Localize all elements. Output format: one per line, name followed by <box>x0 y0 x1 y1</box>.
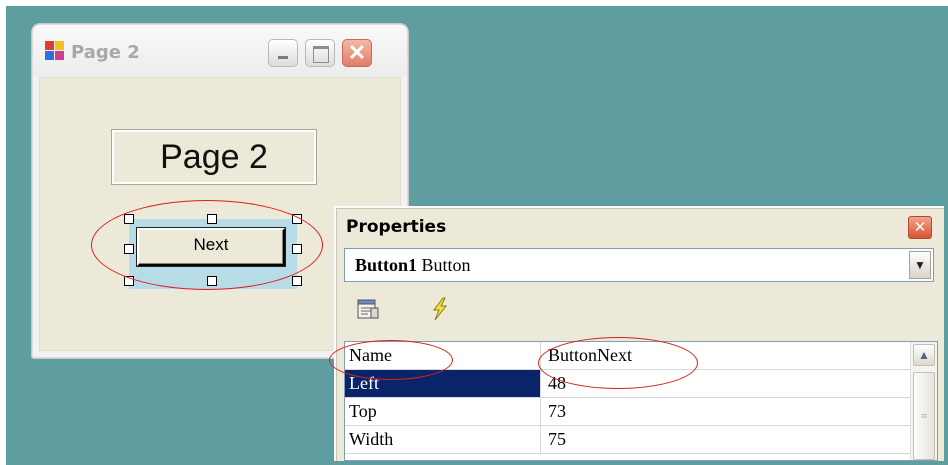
form-icon <box>45 41 65 61</box>
lightning-bolt-icon[interactable] <box>426 296 454 324</box>
minimize-button[interactable] <box>268 39 298 67</box>
close-button[interactable]: ✕ <box>342 39 372 67</box>
property-name: Top <box>345 398 541 425</box>
property-row[interactable]: Top 73 <box>345 398 911 426</box>
resize-handle-left[interactable] <box>124 244 134 254</box>
object-type: Button <box>417 255 471 275</box>
properties-header: Properties ✕ <box>336 208 944 242</box>
properties-panel: Properties ✕ Button1 Button ▼ Name Butto… <box>334 206 944 461</box>
scroll-thumb[interactable]: ≡ <box>913 372 935 460</box>
property-value[interactable]: 75 <box>543 426 911 453</box>
properties-close-button[interactable]: ✕ <box>908 216 932 239</box>
resize-handle-bottom-left[interactable] <box>124 276 134 286</box>
window-titlebar[interactable]: Page 2 ✕ <box>33 25 407 77</box>
property-row-selected[interactable]: Left 48 <box>345 370 911 398</box>
maximize-button[interactable] <box>305 39 335 67</box>
resize-handle-right[interactable] <box>292 244 302 254</box>
property-value[interactable]: ButtonNext <box>543 342 911 369</box>
property-value[interactable]: 73 <box>543 398 911 425</box>
object-selector-text: Button1 Button <box>355 255 471 276</box>
property-row[interactable]: Name ButtonNext <box>345 342 911 370</box>
resize-handle-top-left[interactable] <box>124 214 134 224</box>
properties-title: Properties <box>346 217 447 237</box>
resize-handle-top-right[interactable] <box>292 214 302 224</box>
property-name: Width <box>345 426 541 453</box>
chevron-down-icon[interactable]: ▼ <box>909 251 931 279</box>
resize-handle-bottom-right[interactable] <box>292 276 302 286</box>
property-name: Left <box>345 370 541 397</box>
property-value[interactable]: 48 <box>543 370 911 397</box>
vertical-scrollbar[interactable]: ▲ ≡ <box>910 342 937 460</box>
page-label[interactable]: Page 2 <box>111 129 317 185</box>
next-button[interactable]: Next <box>137 228 285 266</box>
object-selector[interactable]: Button1 Button ▼ <box>344 248 934 282</box>
property-name: Name <box>345 342 541 369</box>
property-row[interactable]: Width 75 <box>345 426 911 454</box>
window-title: Page 2 <box>71 42 140 63</box>
resize-handle-bottom[interactable] <box>207 276 217 286</box>
resize-handle-top[interactable] <box>207 214 217 224</box>
property-grid: Name ButtonNext Left 48 Top 73 Width 75 … <box>344 341 938 461</box>
scroll-up-icon[interactable]: ▲ <box>913 344 935 366</box>
properties-page-icon[interactable] <box>354 296 382 324</box>
object-name: Button1 <box>355 255 418 275</box>
